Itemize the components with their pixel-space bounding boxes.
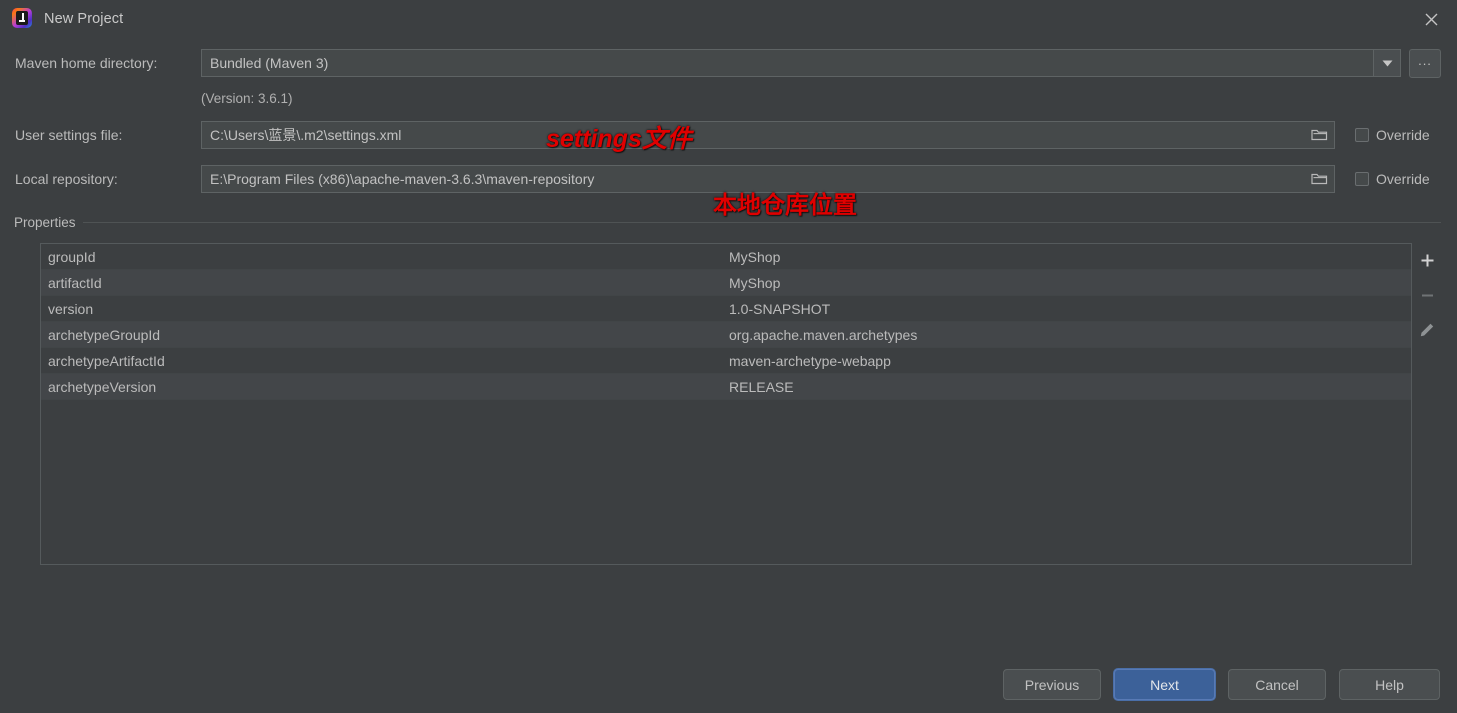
property-value: org.apache.maven.archetypes bbox=[729, 326, 918, 343]
table-row[interactable]: artifactId MyShop bbox=[41, 270, 1411, 296]
property-value: maven-archetype-webapp bbox=[729, 352, 891, 369]
page-title: New Project bbox=[44, 10, 124, 27]
intellij-idea-icon bbox=[12, 8, 32, 28]
property-key: groupId bbox=[48, 248, 96, 265]
properties-table[interactable]: groupId MyShop artifactId MyShop version… bbox=[40, 243, 1412, 565]
user-settings-override-checkbox[interactable]: Override bbox=[1355, 127, 1430, 143]
previous-button[interactable]: Previous bbox=[1003, 669, 1101, 700]
table-row[interactable]: archetypeVersion RELEASE bbox=[41, 374, 1411, 400]
properties-group-label: Properties bbox=[14, 215, 83, 230]
cancel-button[interactable]: Cancel bbox=[1228, 669, 1326, 700]
property-key: archetypeVersion bbox=[48, 378, 157, 395]
properties-table-toolbar bbox=[1413, 243, 1441, 565]
local-repository-value: E:\Program Files (x86)\apache-maven-3.6.… bbox=[210, 171, 595, 187]
property-key: version bbox=[48, 300, 94, 317]
user-settings-value: C:\Users\蓝景\.m2\settings.xml bbox=[210, 127, 402, 143]
table-row[interactable]: archetypeArtifactId maven-archetype-weba… bbox=[41, 348, 1411, 374]
property-value: MyShop bbox=[729, 274, 781, 291]
close-icon[interactable] bbox=[1415, 4, 1447, 34]
property-value: 1.0-SNAPSHOT bbox=[729, 300, 831, 317]
property-key: archetypeArtifactId bbox=[48, 352, 165, 369]
table-row[interactable]: archetypeGroupId org.apache.maven.archet… bbox=[41, 322, 1411, 348]
property-key: archetypeGroupId bbox=[48, 326, 161, 343]
property-value: RELEASE bbox=[729, 378, 794, 395]
next-button[interactable]: Next bbox=[1114, 669, 1215, 700]
table-row[interactable]: version 1.0-SNAPSHOT bbox=[41, 296, 1411, 322]
plus-icon[interactable] bbox=[1416, 249, 1438, 271]
checkbox-box bbox=[1355, 128, 1369, 142]
local-repository-input[interactable]: E:\Program Files (x86)\apache-maven-3.6.… bbox=[201, 165, 1335, 193]
minus-icon[interactable] bbox=[1416, 284, 1438, 306]
maven-home-label: Maven home directory: bbox=[15, 55, 158, 71]
help-button[interactable]: Help bbox=[1339, 669, 1440, 700]
local-repository-label: Local repository: bbox=[15, 171, 118, 187]
folder-icon[interactable] bbox=[1311, 127, 1328, 145]
user-settings-label: User settings file: bbox=[15, 127, 123, 143]
user-settings-input[interactable]: C:\Users\蓝景\.m2\settings.xml bbox=[201, 121, 1335, 149]
property-key: artifactId bbox=[48, 274, 102, 291]
checkbox-box bbox=[1355, 172, 1369, 186]
pencil-icon[interactable] bbox=[1416, 319, 1438, 341]
maven-home-value: Bundled (Maven 3) bbox=[210, 55, 329, 71]
properties-group-separator bbox=[76, 222, 1441, 223]
maven-version-note: (Version: 3.6.1) bbox=[201, 91, 293, 106]
property-value: MyShop bbox=[729, 248, 781, 265]
table-row[interactable]: groupId MyShop bbox=[41, 244, 1411, 270]
folder-icon[interactable] bbox=[1311, 171, 1328, 189]
chevron-down-icon[interactable] bbox=[1373, 49, 1401, 77]
user-settings-override-label: Override bbox=[1376, 127, 1430, 143]
title-bar: New Project bbox=[0, 0, 1457, 37]
local-repository-override-checkbox[interactable]: Override bbox=[1355, 171, 1430, 187]
maven-home-combo[interactable]: Bundled (Maven 3) bbox=[201, 49, 1373, 77]
local-repository-override-label: Override bbox=[1376, 171, 1430, 187]
maven-home-browse-button[interactable]: ... bbox=[1409, 49, 1441, 78]
